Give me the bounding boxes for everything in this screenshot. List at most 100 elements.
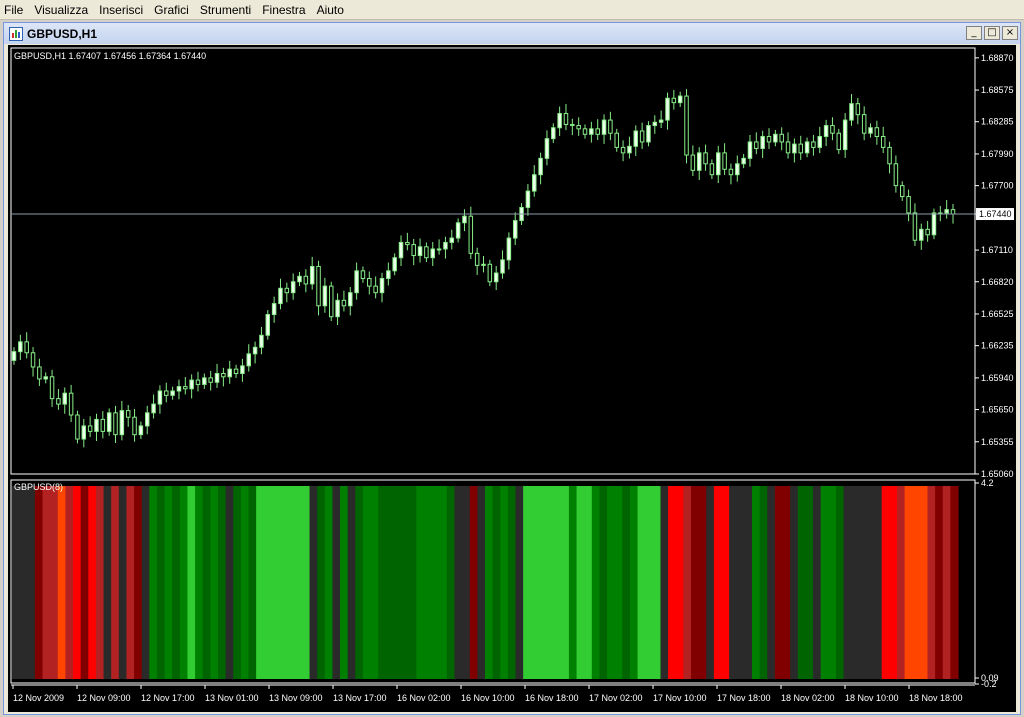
menu-tools[interactable]: Strumenti (195, 0, 257, 20)
candle-body (506, 237, 512, 261)
x-tick-label: 16 Nov 02:00 (397, 693, 451, 703)
candle-body (823, 125, 829, 137)
indicator-bar (591, 486, 601, 679)
indicator-bar (57, 486, 67, 679)
indicator-bar (202, 486, 211, 679)
y-tick-label: 1.67990 (981, 149, 1014, 159)
y-tick-label: 1.66525 (981, 309, 1014, 319)
x-tick-label: 12 Nov 09:00 (77, 693, 131, 703)
candle-body (735, 163, 740, 176)
indicator-bar (607, 486, 616, 679)
indicator-bar (42, 486, 51, 679)
candle-body (68, 392, 74, 416)
indicator-bar (782, 486, 791, 679)
indicator-bar (706, 486, 715, 679)
chart-window-titlebar[interactable]: GBPUSD,H1 _ □ × (4, 23, 1020, 44)
indicator-bar (454, 486, 463, 679)
candle-body (639, 130, 645, 143)
indicator-bar (233, 486, 242, 679)
indicator-bar (134, 486, 143, 679)
indicator-bar (889, 486, 898, 679)
candle-body (227, 368, 232, 378)
candle-body (766, 135, 772, 143)
candle-body (798, 143, 803, 154)
indicator-bar (736, 486, 745, 679)
candle-body (157, 390, 163, 405)
indicator-bar (34, 486, 44, 679)
indicator-bar (622, 486, 631, 679)
y-tick-label: 1.68285 (981, 117, 1014, 127)
candle-body (176, 386, 182, 392)
y-tick-label: 1.65650 (981, 405, 1014, 415)
candle-body (779, 133, 784, 143)
candle-body (703, 152, 708, 165)
indicator-bar (774, 486, 784, 679)
candle-body (119, 410, 125, 436)
candle-body (392, 257, 397, 272)
candle-body (551, 127, 556, 140)
indicator-bar (835, 486, 845, 679)
indicator-bar (912, 486, 921, 679)
candle-body (893, 163, 899, 187)
candle-body (627, 145, 632, 154)
indicator-bar (225, 486, 234, 679)
indicator-bar (172, 486, 181, 679)
candle-body (18, 341, 23, 353)
menu-help[interactable]: Aiuto (312, 0, 350, 20)
restore-button[interactable]: □ (984, 26, 1000, 40)
indicator-bar (65, 486, 74, 679)
candle-body (183, 386, 188, 390)
indicator-bar (904, 486, 913, 679)
candle-body (925, 228, 930, 236)
candle-body (348, 292, 353, 307)
menu-file[interactable]: File (0, 0, 29, 20)
indicator-bar (156, 486, 166, 679)
indicator-bar (896, 486, 906, 679)
indicator-bar (126, 486, 135, 679)
indicator-bar (103, 486, 112, 679)
candle-body (919, 228, 924, 241)
price-chart[interactable]: 1.68870 1.68575 1.68285 1.67990 1.67700 1.671… (8, 45, 1016, 712)
indicator-bar (858, 486, 868, 679)
candle-body (189, 379, 194, 390)
candle-body (741, 157, 746, 165)
indicator-bar (50, 486, 59, 679)
candle-body (297, 275, 302, 283)
candle-body (576, 125, 581, 130)
candle-body (430, 248, 435, 259)
candle-body (271, 303, 277, 316)
candle-body (37, 366, 42, 380)
indicator-bar (88, 486, 97, 679)
candle-body (665, 97, 670, 121)
minimize-button[interactable]: _ (966, 26, 982, 40)
menu-view[interactable]: Visualizza (29, 0, 94, 20)
indicator-bar (73, 486, 82, 679)
candle-body (62, 392, 68, 405)
candle-body (500, 259, 505, 274)
indicator-bar (690, 486, 700, 679)
menu-charts[interactable]: Grafici (149, 0, 195, 20)
indicator-bar (210, 486, 219, 679)
candle-body (950, 209, 956, 215)
y-tick-label: 1.67110 (981, 245, 1013, 255)
indicator-bar (217, 486, 227, 679)
candle-body (728, 168, 734, 176)
candle-body (931, 212, 937, 236)
candle-body (493, 272, 499, 283)
candle-body (595, 128, 600, 135)
menu-window[interactable]: Finestra (257, 0, 311, 20)
indicator-bar (767, 486, 776, 679)
candle-body (221, 373, 226, 378)
candle-body (817, 135, 823, 148)
close-button[interactable]: × (1002, 26, 1018, 40)
indicator-bar (240, 486, 250, 679)
indicator-bar (340, 486, 349, 679)
candle-body (164, 390, 169, 396)
indicator-bar (408, 486, 417, 679)
candle-body (868, 127, 873, 134)
chart-plot-area[interactable]: 1.68870 1.68575 1.68285 1.67990 1.67700 1.671… (8, 45, 1016, 712)
candle-body (94, 418, 99, 432)
menu-insert[interactable]: Inserisci (94, 0, 149, 20)
candle-body (367, 277, 372, 287)
candle-body (316, 265, 321, 307)
